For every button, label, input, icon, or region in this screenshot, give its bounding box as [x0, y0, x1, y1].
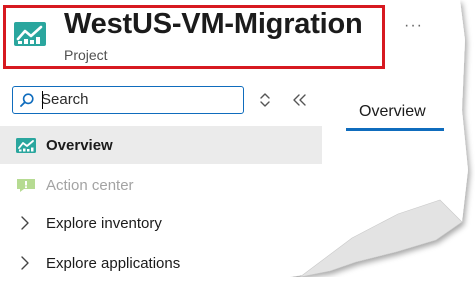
chart-icon — [16, 138, 36, 153]
page-subtitle: Project — [64, 47, 108, 63]
chevron-right-icon — [21, 216, 29, 230]
sidebar-item-explore-applications[interactable]: Explore applications — [0, 244, 322, 282]
sidebar-item-label: Overview — [46, 137, 113, 154]
search-icon — [20, 93, 34, 107]
expand-collapse-all-icon[interactable] — [258, 92, 272, 108]
more-options-button[interactable]: ··· — [404, 17, 423, 35]
alert-icon — [17, 179, 35, 192]
sidebar-item-label: Action center — [46, 177, 134, 194]
project-chart-icon — [14, 22, 46, 46]
tab-overview[interactable]: Overview — [359, 103, 426, 121]
chevron-right-icon — [21, 256, 29, 270]
text-cursor — [42, 91, 43, 109]
sidebar-item-overview[interactable]: Overview — [0, 126, 322, 164]
search-input[interactable] — [41, 90, 237, 109]
search-box[interactable] — [12, 86, 244, 114]
tab-selected-indicator — [346, 128, 444, 131]
sidebar-item-action-center[interactable]: Action center — [0, 166, 322, 204]
page-title: WestUS-VM-Migration — [64, 8, 363, 40]
sidebar-item-explore-inventory[interactable]: Explore inventory — [0, 204, 322, 242]
collapse-sidebar-icon[interactable] — [293, 94, 307, 106]
sidebar-item-label: Explore inventory — [46, 215, 162, 232]
sidebar-item-label: Explore applications — [46, 255, 181, 272]
